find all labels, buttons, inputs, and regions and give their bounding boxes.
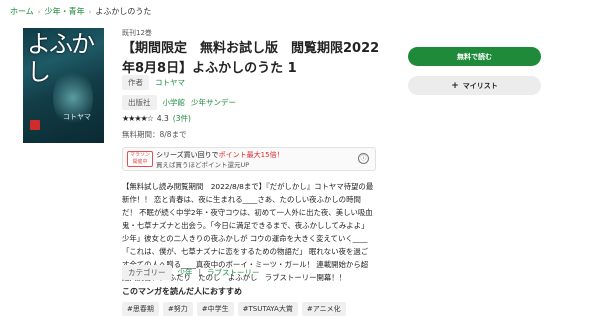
promo-banner[interactable]: マラソン開催中 シリーズ買い回りでポイント最大15倍！ 買えば買うほどポイント還… [122, 147, 376, 171]
marathon-badge: マラソン開催中 [127, 151, 153, 167]
publisher-link[interactable]: 小学館 [163, 97, 186, 108]
category-row: カテゴリー 少年 | ラブストーリー [122, 264, 266, 280]
rating-stars-icon: ★★★★☆ [122, 113, 154, 123]
recommend-heading: このマンガを読んだ人におすすめ [122, 287, 242, 296]
add-to-mylist-button[interactable]: + マイリスト [408, 76, 541, 95]
free-period: 無料期間：8/8まで [122, 129, 187, 139]
cover-author-text: コトヤマ [63, 113, 91, 121]
author-link[interactable]: コトヤマ [155, 77, 185, 88]
tag-chip[interactable]: #努力 [162, 302, 193, 316]
breadcrumb-separator-icon: › [37, 8, 41, 16]
breadcrumb-home-link[interactable]: ホーム [10, 7, 34, 16]
publisher-label: 出版社 [122, 94, 157, 110]
author-row: 作者 コトヤマ [122, 74, 191, 90]
breadcrumb-current: よふかしのうた [95, 7, 152, 16]
cover-publisher-badge [30, 120, 40, 130]
breadcrumb-separator-icon: › [88, 8, 92, 16]
category-link-shonen[interactable]: 少年 [178, 267, 193, 278]
promo-headline-prefix: シリーズ買い回りで [156, 151, 219, 159]
breadcrumb: ホーム › 少年・青年 › よふかしのうた [10, 6, 151, 17]
volume-count: 既刊12巻 [122, 29, 152, 37]
plus-icon: + [451, 80, 459, 91]
book-title: 【期間限定 無料お試し版 閲覧期限2022年8月8日】よふかしのうた 1 [122, 41, 380, 76]
promo-subline: 買えば買うほどポイント還元UP [156, 161, 250, 169]
tag-chip[interactable]: #中学生 [196, 302, 234, 316]
tag-chip[interactable]: #アニメ化 [301, 302, 346, 316]
breadcrumb-category-link[interactable]: 少年・青年 [45, 7, 85, 16]
category-label: カテゴリー [122, 264, 172, 280]
recommend-tags: #思春期 #努力 #中学生 #TSUTAYA大賞 #アニメ化 [122, 302, 346, 316]
info-icon[interactable]: ⓘ [358, 153, 369, 164]
book-cover-image[interactable]: よふかし コトヤマ [23, 28, 104, 143]
promo-headline-highlight: ポイント最大15倍！ [218, 151, 284, 159]
tag-chip[interactable]: #思春期 [122, 302, 159, 316]
rating-value: 4.3 [156, 113, 169, 123]
read-free-button[interactable]: 無料で読む [408, 47, 541, 66]
imprint-link[interactable]: 少年サンデー [191, 97, 236, 108]
category-link-love-story[interactable]: ラブストーリー [207, 267, 260, 278]
publisher-row: 出版社 小学館 少年サンデー [122, 94, 242, 110]
review-count-link[interactable]: (3件) [173, 113, 191, 124]
mylist-label: マイリスト [462, 81, 498, 90]
author-label: 作者 [122, 74, 149, 90]
rating-row: ★★★★☆ 4.3 (3件) [122, 111, 197, 125]
cover-title-text: よふかし [27, 30, 95, 86]
tag-chip[interactable]: #TSUTAYA大賞 [237, 302, 298, 316]
